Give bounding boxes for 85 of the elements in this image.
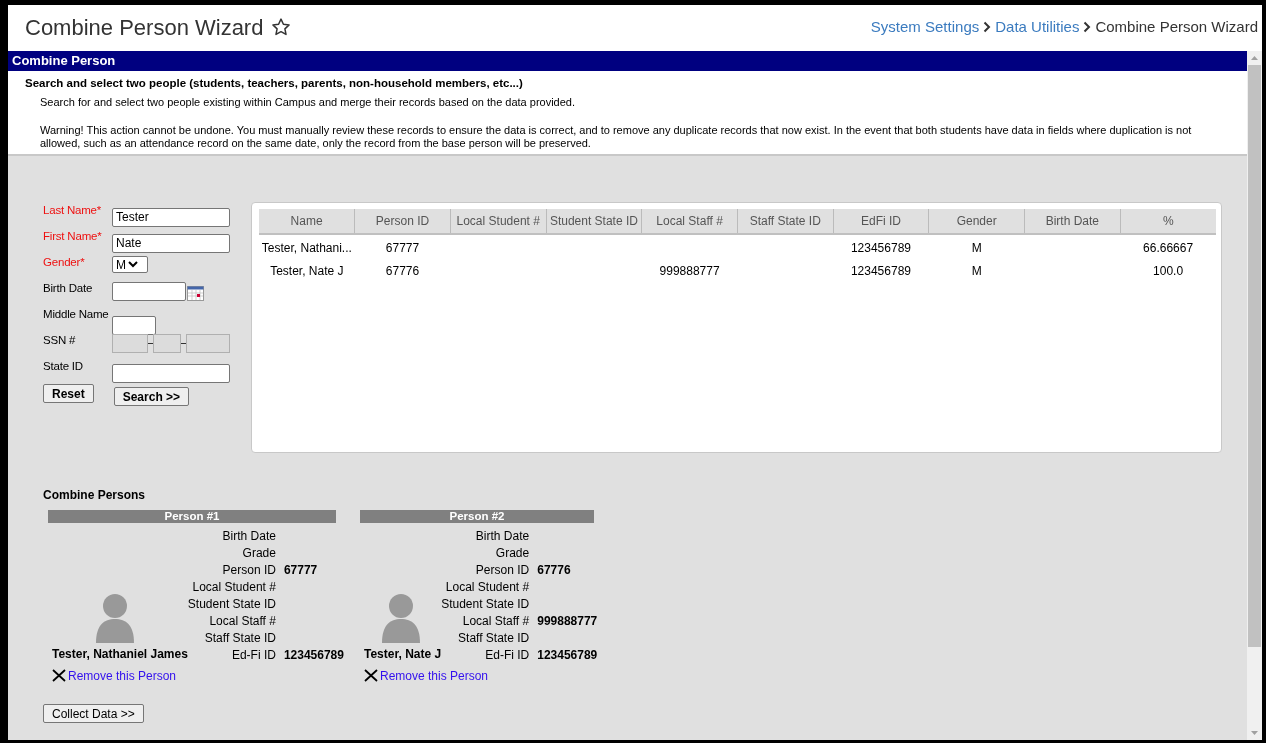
breadcrumb-current: Combine Person Wizard bbox=[1095, 16, 1258, 37]
person-avatar-icon bbox=[381, 593, 421, 643]
collect-data-button[interactable]: Collect Data >> bbox=[43, 704, 144, 723]
person-name: Tester, Nate J bbox=[364, 646, 442, 663]
field-label: First Name* bbox=[43, 229, 103, 244]
column-header[interactable]: Student State ID bbox=[546, 209, 642, 234]
field-label: Person ID bbox=[221, 561, 276, 579]
chevron-right-icon bbox=[1083, 21, 1092, 33]
field-label: Grade bbox=[241, 544, 276, 562]
star-icon[interactable] bbox=[271, 17, 292, 37]
field-label: Last Name* bbox=[43, 203, 103, 218]
result-row[interactable]: Tester, Nathani... 67777 123456789 M 66.66667 bbox=[259, 234, 1216, 257]
intro-text: Search for and select two people existing within Campus and merge their records based on the data provided. bbox=[39, 95, 577, 111]
field-label: Ed-Fi ID bbox=[484, 646, 530, 664]
close-icon[interactable] bbox=[364, 669, 378, 682]
field-label: Student State ID bbox=[441, 595, 530, 613]
field-value: 999888777 bbox=[537, 613, 598, 628]
person-avatar-icon bbox=[95, 593, 135, 643]
field-label: Staff State ID bbox=[203, 629, 276, 647]
field-label: Birth Date bbox=[474, 527, 530, 545]
breadcrumb-link[interactable]: Data Utilities bbox=[995, 15, 1080, 39]
table-cell: Tester, Nate J bbox=[270, 264, 344, 278]
breadcrumb-link[interactable]: System Settings bbox=[870, 15, 980, 39]
field-value: 67777 bbox=[283, 562, 318, 577]
field-label: Birth Date bbox=[221, 527, 276, 545]
field-value: 123456789 bbox=[537, 647, 598, 662]
field-label: Person ID bbox=[474, 561, 530, 579]
column-header[interactable]: Gender bbox=[928, 209, 1025, 234]
field-label: Ed-Fi ID bbox=[230, 646, 276, 664]
result-row[interactable]: Tester, Nate J 67776 999888777 123456789 M 100.0 bbox=[259, 257, 1216, 280]
text-field[interactable]: Nate bbox=[112, 233, 230, 253]
column-header[interactable]: Local Staff # bbox=[641, 209, 738, 234]
column-header[interactable]: EdFi ID bbox=[833, 209, 929, 234]
field-label: Birth Date bbox=[43, 281, 94, 296]
field-label: Local Student # bbox=[191, 578, 276, 596]
table-cell: M bbox=[971, 241, 982, 255]
table-cell: 67777 bbox=[385, 241, 420, 255]
table-cell: Tester, Nathani... bbox=[261, 241, 352, 255]
section-heading: Search and select two people (students, teachers, parents, non-household members, etc...) bbox=[25, 76, 524, 91]
column-header[interactable]: Birth Date bbox=[1024, 209, 1121, 234]
text-field[interactable] bbox=[112, 363, 230, 383]
scrollbar[interactable] bbox=[1247, 51, 1262, 740]
field-label: State ID bbox=[43, 359, 84, 374]
field-label: Gender* bbox=[43, 255, 86, 270]
table-cell: M bbox=[971, 264, 982, 278]
text-field[interactable]: Tester bbox=[112, 207, 230, 227]
person-header-bar: Person #1 bbox=[48, 510, 336, 523]
page-title: Combine Person Wizard bbox=[25, 13, 264, 42]
remove-person-link[interactable]: Remove this Person bbox=[68, 670, 177, 682]
table-cell: 66.66667 bbox=[1143, 241, 1194, 255]
field-value: 67776 bbox=[537, 562, 571, 577]
column-header[interactable]: Local Student # bbox=[450, 209, 547, 234]
combine-title: Combine Persons bbox=[43, 487, 147, 504]
person-name: Tester, Nathaniel James bbox=[52, 646, 188, 663]
column-header[interactable]: Name bbox=[259, 209, 355, 234]
date-field[interactable] bbox=[112, 282, 186, 301]
gender-select[interactable]: M bbox=[112, 256, 148, 273]
column-header[interactable]: Person ID bbox=[354, 209, 451, 234]
table-cell: 123456789 bbox=[850, 264, 911, 278]
column-header[interactable]: Staff State ID bbox=[737, 209, 834, 234]
search-button[interactable]: Search >> bbox=[113, 387, 190, 406]
table-cell: 100.0 bbox=[1153, 264, 1184, 278]
chevron-right-icon bbox=[983, 21, 992, 33]
table-cell: 999888777 bbox=[659, 264, 720, 278]
column-header[interactable]: % bbox=[1120, 209, 1216, 234]
chevron-down-icon bbox=[128, 261, 138, 268]
field-label: Local Staff # bbox=[208, 612, 276, 630]
remove-person-link[interactable]: Remove this Person bbox=[380, 670, 489, 682]
warning-text: Warning! This action cannot be undone. You must manually review these records to ensure the data is correct, and to remove any duplicate records that now exist. In the event that both students have data in fields where duplication is not allowed, such as an attendance record on the same date, only the record from the base person will be preserved. bbox=[39, 123, 1193, 150]
section-title-bar: Combine Person bbox=[8, 51, 1247, 71]
field-label: Grade bbox=[494, 544, 530, 562]
close-icon[interactable] bbox=[52, 669, 66, 682]
person-header-bar: Person #2 bbox=[360, 510, 594, 523]
table-cell: 123456789 bbox=[850, 241, 911, 255]
field-label: Student State ID bbox=[187, 595, 276, 613]
table-cell: 67776 bbox=[385, 264, 420, 278]
field-label: SSN # bbox=[43, 333, 77, 348]
field-label: Local Staff # bbox=[461, 612, 530, 630]
text-field[interactable] bbox=[112, 316, 156, 335]
field-label: Middle Name bbox=[43, 307, 110, 322]
field-value: 123456789 bbox=[283, 647, 344, 662]
reset-button[interactable]: Reset bbox=[43, 384, 94, 403]
calendar-icon[interactable] bbox=[187, 286, 204, 301]
field-label: Staff State ID bbox=[457, 629, 530, 647]
field-label: Local Student # bbox=[444, 578, 530, 596]
